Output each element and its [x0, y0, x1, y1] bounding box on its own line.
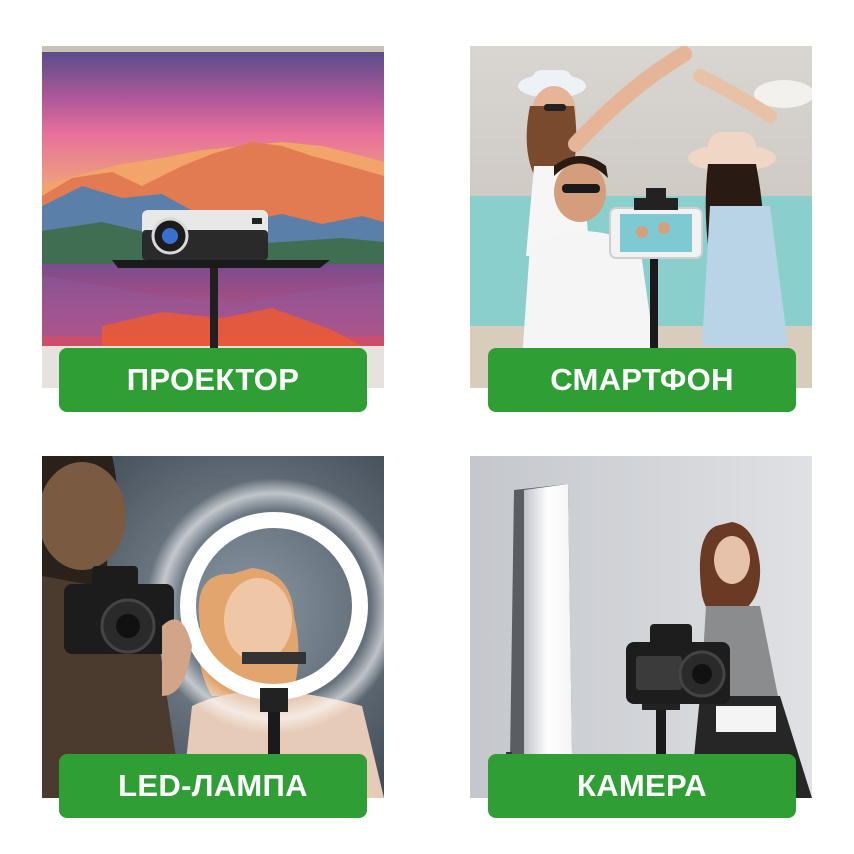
ring-light-photo	[42, 456, 384, 798]
camera-photo	[470, 456, 812, 798]
label-led-lamp-text: LED-ЛАМПА	[118, 768, 308, 803]
label-smartphone: СМАРТФОН	[488, 348, 796, 412]
label-camera-text: КАМЕРА	[577, 768, 707, 803]
label-projector-text: ПРОЕКТОР	[126, 362, 300, 397]
projector-photo	[42, 46, 384, 388]
product-use-grid: ПРОЕКТОР СМАРТФОН LED-ЛАМПА КАМЕРА	[0, 0, 854, 854]
label-smartphone-text: СМАРТФОН	[550, 362, 734, 397]
label-camera: КАМЕРА	[488, 754, 796, 818]
label-projector: ПРОЕКТОР	[59, 348, 367, 412]
label-led-lamp: LED-ЛАМПА	[59, 754, 367, 818]
smartphone-photo	[470, 46, 812, 388]
